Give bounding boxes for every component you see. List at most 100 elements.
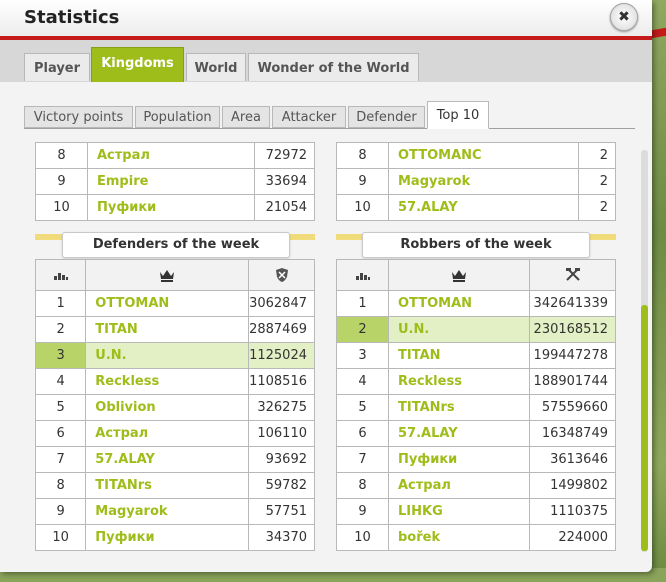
kingdom-name[interactable]: Пуфики (85, 524, 250, 551)
kingdom-name[interactable]: TITAN (85, 316, 250, 343)
subtab-victory-points[interactable]: Victory points (24, 106, 133, 128)
kingdom-name[interactable]: TITANrs (85, 472, 250, 499)
tab-label: Wonder of the World (257, 61, 410, 76)
kingdom-name[interactable]: bořek (388, 524, 530, 551)
rank-cell: 3 (336, 342, 389, 369)
rank-cell: 6 (34, 420, 87, 447)
kingdom-name[interactable]: Астрал (85, 420, 250, 447)
kingdom-name[interactable]: OTTOMAN (85, 290, 250, 317)
defenders-table: 1 OTTOMAN 3062847 2 TITAN 2887469 3 U.N. 1125024… (34, 259, 315, 551)
kingdom-name[interactable]: 57.ALAY (85, 446, 250, 473)
crossed-tools-icon (565, 268, 580, 281)
table-row[interactable]: 8 Астрал 1499802 (336, 472, 616, 499)
tab-label: Kingdoms (101, 56, 174, 71)
kingdom-name[interactable]: OTTOMANC (388, 142, 579, 169)
kingdom-name[interactable]: Пуфики (388, 446, 530, 473)
value-cell: 188901744 (529, 368, 616, 395)
subtab-population[interactable]: Population (135, 106, 220, 128)
table-row[interactable]: 8 OTTOMANC 2 (336, 142, 616, 169)
rank-cell: 8 (34, 472, 87, 499)
table-row[interactable]: 9 Magyarok 2 (336, 168, 616, 195)
rank-cell: 9 (34, 498, 87, 525)
kingdom-name[interactable]: Reckless (388, 368, 530, 395)
table-row[interactable]: 2 U.N. 230168512 (336, 316, 616, 343)
kingdom-name[interactable]: 57.ALAY (388, 420, 530, 447)
value-cell: 342641339 (529, 290, 616, 317)
subtab-attacker[interactable]: Attacker (272, 106, 346, 128)
tab-world[interactable]: World (186, 53, 246, 81)
rank-cell: 2 (34, 316, 87, 343)
rank-cell: 1 (336, 290, 389, 317)
kingdom-name[interactable]: Magyarok (85, 498, 250, 525)
kingdom-name[interactable]: U.N. (388, 316, 530, 343)
table-row[interactable]: 7 57.ALAY 93692 (34, 446, 315, 473)
table-row[interactable]: 4 Reckless 188901744 (336, 368, 616, 395)
kingdom-name[interactable]: Астрал (87, 142, 255, 169)
table-row[interactable]: 9 Magyarok 57751 (34, 498, 315, 525)
value-cell: 72972 (254, 142, 315, 169)
kingdom-name[interactable]: Oblivion (85, 394, 250, 421)
table-row[interactable]: 5 Oblivion 326275 (34, 394, 315, 421)
name-header[interactable] (388, 259, 530, 291)
kingdom-name[interactable]: OTTOMAN (388, 290, 530, 317)
rank-cell: 8 (336, 142, 389, 169)
table-row[interactable]: 5 TITANrs 57559660 (336, 394, 616, 421)
tab-kingdoms[interactable]: Kingdoms (91, 47, 184, 82)
kingdom-name[interactable]: Астрал (388, 472, 530, 499)
subtab-label: Population (143, 110, 212, 125)
upper-left-table: 8 Астрал 72972 9 Empire 33694 10 Пуфики 21054 (35, 142, 315, 221)
table-row[interactable]: 10 Пуфики 34370 (34, 524, 315, 551)
rank-cell: 5 (34, 394, 87, 421)
tab-wonder-of-the-world[interactable]: Wonder of the World (248, 53, 419, 81)
subtab-top-10[interactable]: Top 10 (427, 101, 489, 129)
rank-header[interactable] (34, 259, 87, 291)
kingdom-name[interactable]: U.N. (85, 342, 250, 369)
window-title: Statistics (24, 7, 120, 28)
table-row[interactable]: 3 TITAN 199447278 (336, 342, 616, 369)
table-row[interactable]: 10 bořek 224000 (336, 524, 616, 551)
table-row[interactable]: 4 Reckless 1108516 (34, 368, 315, 395)
subtab-area[interactable]: Area (222, 106, 270, 128)
value-cell: 2 (578, 194, 616, 221)
tab-player[interactable]: Player (24, 53, 90, 81)
table-row[interactable]: 8 TITANrs 59782 (34, 472, 315, 499)
kingdom-name[interactable]: Пуфики (87, 194, 255, 221)
table-row[interactable]: 1 OTTOMAN 342641339 (336, 290, 616, 317)
table-row[interactable]: 6 Астрал 106110 (34, 420, 315, 447)
kingdom-name[interactable]: LIHKG (388, 498, 530, 525)
value-cell: 3062847 (248, 290, 315, 317)
close-icon: ✖ (618, 9, 630, 25)
kingdom-name[interactable]: 57.ALAY (388, 194, 579, 221)
window-header: Statistics ✖ (0, 0, 652, 37)
table-row[interactable]: 10 57.ALAY 2 (336, 194, 616, 221)
value-cell: 59782 (248, 472, 315, 499)
subtab-defender[interactable]: Defender (348, 106, 425, 128)
rank-header[interactable] (336, 259, 389, 291)
rank-cell: 10 (35, 194, 88, 221)
table-row[interactable]: 7 Пуфики 3613646 (336, 446, 616, 473)
kingdom-name[interactable]: Reckless (85, 368, 250, 395)
value-cell: 2887469 (248, 316, 315, 343)
table-row[interactable]: 9 Empire 33694 (35, 168, 315, 195)
table-row[interactable]: 2 TITAN 2887469 (34, 316, 315, 343)
kingdom-name[interactable]: Magyarok (388, 168, 579, 195)
value-header[interactable] (248, 259, 315, 291)
name-header[interactable] (85, 259, 250, 291)
table-row[interactable]: 10 Пуфики 21054 (35, 194, 315, 221)
rank-bars-icon (355, 273, 370, 280)
rank-cell: 8 (336, 472, 389, 499)
rank-cell: 8 (35, 142, 88, 169)
table-row[interactable]: 8 Астрал 72972 (35, 142, 315, 169)
value-cell: 1499802 (529, 472, 616, 499)
kingdom-name[interactable]: TITAN (388, 342, 530, 369)
kingdom-name[interactable]: Empire (87, 168, 255, 195)
kingdom-name[interactable]: TITANrs (388, 394, 530, 421)
table-row[interactable]: 6 57.ALAY 16348749 (336, 420, 616, 447)
value-header[interactable] (529, 259, 616, 291)
table-row[interactable]: 3 U.N. 1125024 (34, 342, 315, 369)
scrollbar-thumb[interactable] (641, 305, 648, 551)
table-row[interactable]: 1 OTTOMAN 3062847 (34, 290, 315, 317)
close-button[interactable]: ✖ (610, 3, 638, 31)
table-row[interactable]: 9 LIHKG 1110375 (336, 498, 616, 525)
value-cell: 1108516 (248, 368, 315, 395)
